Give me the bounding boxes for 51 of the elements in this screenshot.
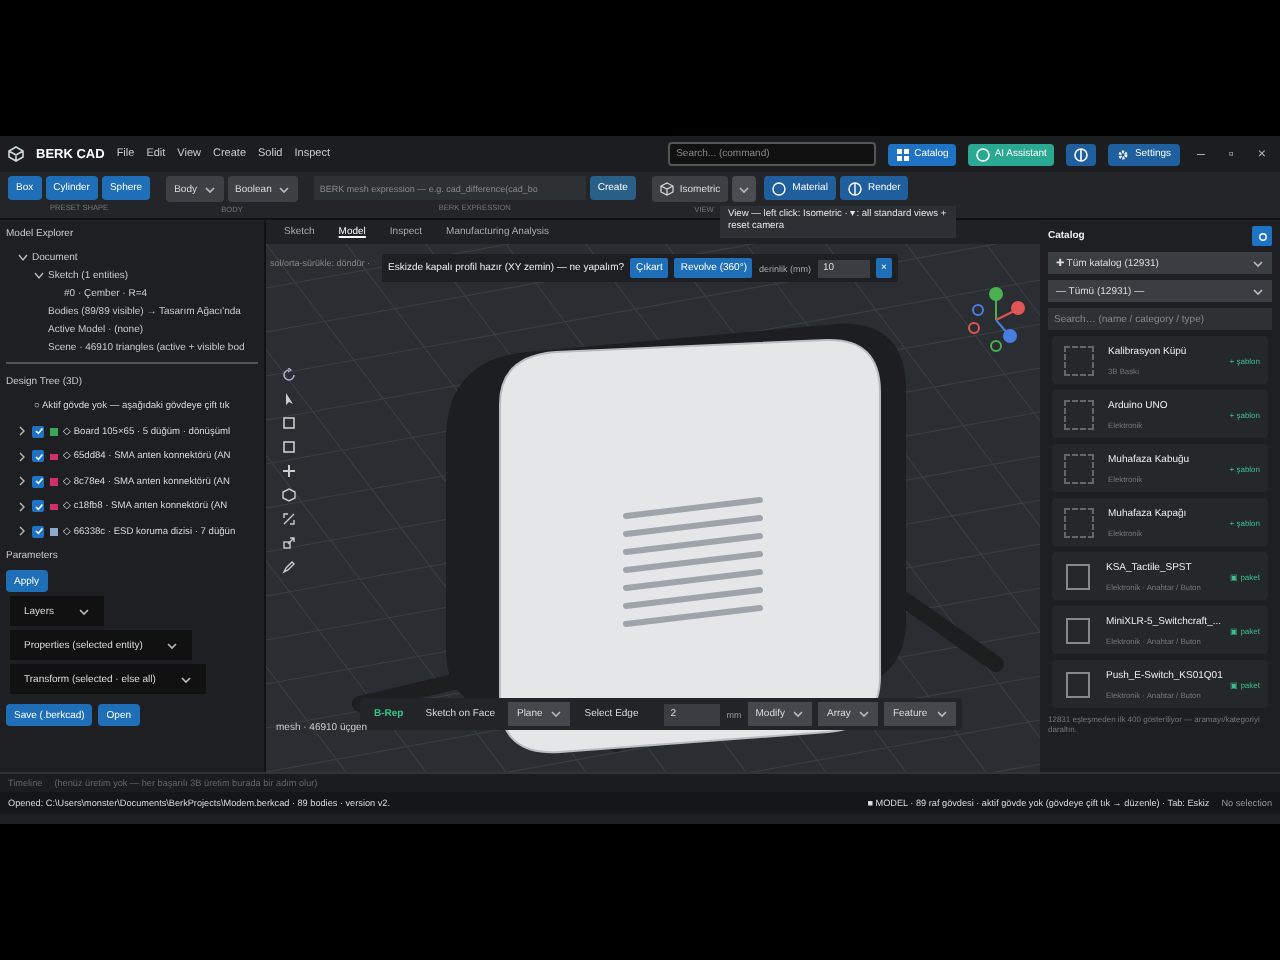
checkbox[interactable] bbox=[32, 475, 44, 488]
half-circle-icon bbox=[847, 181, 862, 195]
chevron-down-icon bbox=[203, 185, 215, 193]
square-icon bbox=[1066, 671, 1090, 697]
square-icon[interactable] bbox=[282, 416, 296, 430]
chevron-down-icon bbox=[166, 641, 179, 649]
refresh-icon bbox=[1257, 231, 1267, 241]
dashed-square-icon bbox=[1064, 507, 1094, 537]
half-circle-icon bbox=[1074, 147, 1089, 161]
pen-icon[interactable] bbox=[282, 560, 296, 574]
checkbox[interactable] bbox=[32, 500, 44, 513]
cursor-icon[interactable] bbox=[282, 392, 296, 406]
circle-icon bbox=[976, 147, 991, 161]
circle-icon bbox=[772, 181, 787, 195]
settings-icon bbox=[1116, 147, 1131, 161]
view-menu-button[interactable] bbox=[732, 176, 757, 202]
chevron-down-icon bbox=[1252, 259, 1264, 267]
dashed-square-icon bbox=[1064, 453, 1094, 483]
chevron-down-icon[interactable] bbox=[34, 271, 44, 279]
grid-icon bbox=[896, 147, 911, 161]
chevron-right-icon[interactable] bbox=[18, 526, 26, 537]
axis-gizmo-drawing[interactable] bbox=[968, 287, 1025, 352]
chevron-down-icon bbox=[179, 675, 192, 683]
cube-logo-icon bbox=[8, 146, 24, 162]
chevron-down-icon bbox=[738, 185, 751, 193]
chevron-down-icon bbox=[1252, 287, 1264, 295]
rotate-icon[interactable] bbox=[282, 368, 296, 382]
chevron-down-icon bbox=[935, 710, 948, 718]
chevron-down-icon[interactable] bbox=[18, 253, 28, 261]
plus-icon[interactable] bbox=[282, 464, 296, 478]
square-icon bbox=[1066, 563, 1090, 589]
square-icon[interactable] bbox=[282, 440, 296, 454]
dashed-square-icon bbox=[1064, 345, 1094, 375]
theme-button[interactable] bbox=[1066, 143, 1097, 165]
chevron-right-icon[interactable] bbox=[18, 451, 26, 462]
chevron-down-icon bbox=[277, 185, 290, 193]
checkbox[interactable] bbox=[32, 525, 44, 538]
chevron-right-icon[interactable] bbox=[18, 501, 26, 512]
chevron-right-icon[interactable] bbox=[18, 476, 26, 487]
expand-icon[interactable] bbox=[282, 512, 296, 526]
refresh-button[interactable] bbox=[1252, 226, 1272, 246]
checkbox[interactable] bbox=[32, 450, 44, 463]
scale-icon[interactable] bbox=[282, 536, 296, 550]
square-icon bbox=[1066, 617, 1090, 643]
chevron-down-icon bbox=[858, 710, 871, 718]
chevron-down-icon bbox=[792, 710, 805, 718]
chevron-right-icon[interactable] bbox=[18, 426, 26, 437]
chevron-down-icon bbox=[550, 710, 563, 718]
checkbox[interactable] bbox=[32, 425, 44, 438]
chevron-down-icon bbox=[78, 607, 91, 615]
dashed-square-icon bbox=[1064, 399, 1094, 429]
